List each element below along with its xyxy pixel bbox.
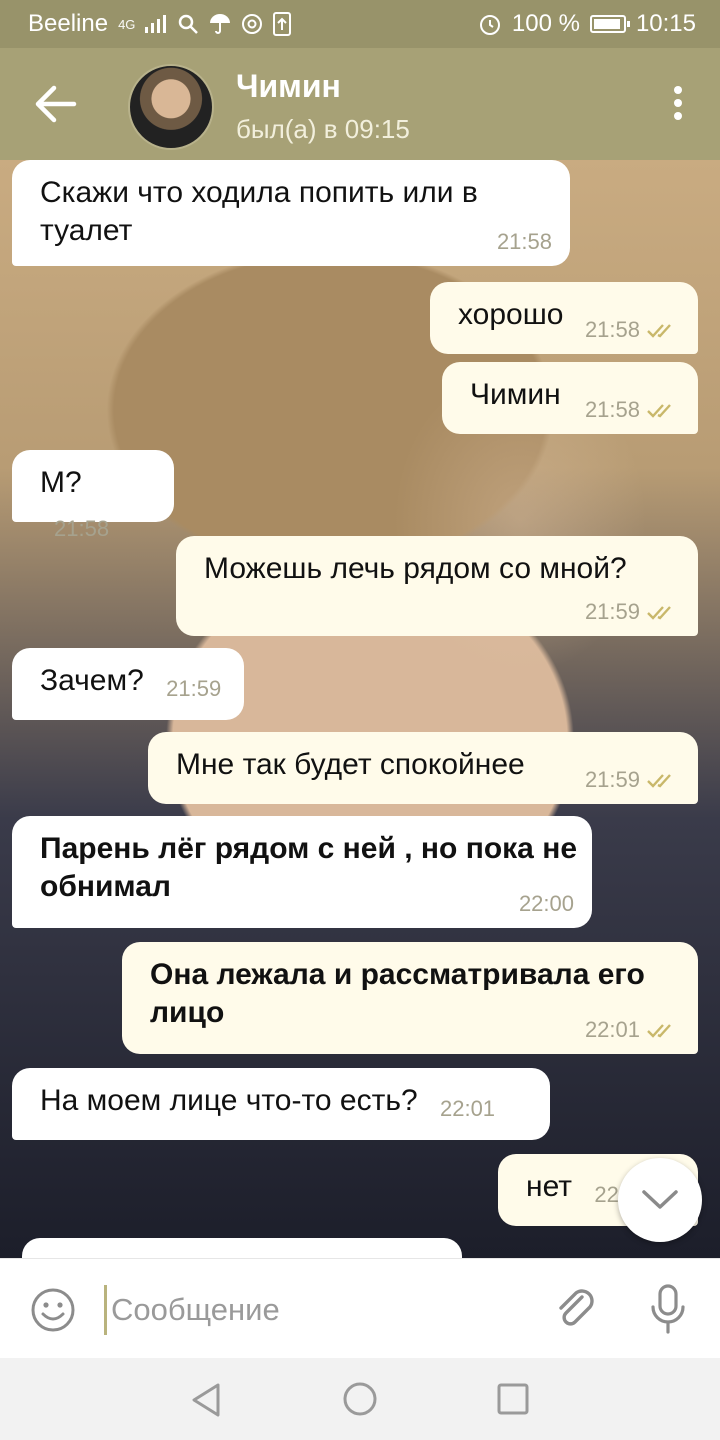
message-time: 21:59 xyxy=(584,766,640,792)
read-ticks-icon xyxy=(647,606,671,620)
message-text: Зачем? xyxy=(40,664,144,697)
message-text: Мне так будет спокойнее xyxy=(176,748,525,781)
attach-icon[interactable] xyxy=(552,1285,600,1333)
chevron-down-icon xyxy=(642,1190,678,1209)
nav-recents-icon[interactable] xyxy=(496,1382,530,1416)
microphone-icon[interactable] xyxy=(646,1283,690,1335)
status-bar: Beeline 4G 100 % 10:15 xyxy=(0,0,720,48)
message-outgoing[interactable]: хорошо 21:58 xyxy=(430,282,698,354)
message-input[interactable] xyxy=(104,1285,531,1335)
scroll-to-bottom-button[interactable] xyxy=(618,1158,702,1242)
at-icon xyxy=(242,14,263,34)
message-time: 22:01 xyxy=(439,1096,496,1121)
read-ticks-icon xyxy=(647,404,671,418)
message-time: 21:59 xyxy=(166,676,222,701)
message-text: хорошо xyxy=(458,298,564,331)
chat-header: Чимин был(а) в 09:15 xyxy=(0,48,720,160)
message-incoming[interactable]: Скажи что ходила попить или в туалет 21:… xyxy=(12,160,570,266)
search-icon xyxy=(179,14,199,34)
read-ticks-icon xyxy=(647,1024,671,1038)
back-arrow-icon[interactable] xyxy=(30,82,80,126)
signal-icon xyxy=(145,15,167,33)
message-text: На моем лице что-то есть? xyxy=(40,1084,418,1117)
message-text: нет xyxy=(526,1170,572,1203)
battery-percent: 100 % xyxy=(511,10,580,37)
message-text: Скажи что ходила попить или в туалет xyxy=(40,176,478,248)
message-time: 21:58 xyxy=(54,516,110,542)
nav-back-icon[interactable] xyxy=(188,1382,224,1418)
contact-name[interactable]: Чимин xyxy=(236,68,341,105)
message-text: М? xyxy=(40,466,82,499)
battery-icon xyxy=(589,15,630,33)
message-incoming[interactable]: На моем лице что-то есть? 22:01 xyxy=(12,1068,550,1140)
message-incoming[interactable]: М? 21:58 xyxy=(12,450,174,541)
message-time: 21:58 xyxy=(584,316,640,342)
emoji-icon[interactable] xyxy=(30,1287,76,1333)
message-list[interactable]: Скажи что ходила попить или в туалет 21:… xyxy=(0,160,720,1258)
clock: 10:15 xyxy=(635,10,696,37)
umbrella-icon xyxy=(210,14,231,34)
message-outgoing[interactable]: Мне так будет спокойнее 21:59 xyxy=(148,732,698,804)
message-incoming[interactable]: Парень лёг рядом с ней , но пока не обни… xyxy=(12,816,592,928)
last-seen-status: был(а) в 09:15 xyxy=(236,114,410,144)
alarm-icon xyxy=(479,15,500,35)
upload-icon xyxy=(273,12,292,36)
message-time: 21:58 xyxy=(496,228,552,254)
read-ticks-icon xyxy=(647,774,671,788)
message-outgoing[interactable]: Можешь лечь рядом со мной? 21:59 xyxy=(176,536,698,636)
message-outgoing[interactable]: Чимин 21:58 xyxy=(442,362,698,434)
message-text: Парень лёг рядом с ней , но пока не обни… xyxy=(40,832,577,904)
message-outgoing[interactable]: Она лежала и рассматривала его лицо 22:0… xyxy=(122,942,698,1054)
message-time: 21:59 xyxy=(584,598,640,624)
message-incoming[interactable]: Зачем? 21:59 xyxy=(12,648,244,720)
carrier-name: Beeline xyxy=(28,10,109,37)
system-navigation-bar xyxy=(0,1358,720,1440)
network-type: 4G xyxy=(118,16,136,32)
message-composer xyxy=(0,1258,720,1359)
more-menu-icon[interactable] xyxy=(672,86,684,126)
message-time: 21:58 xyxy=(584,396,640,422)
read-ticks-icon xyxy=(647,324,671,338)
avatar[interactable] xyxy=(128,64,214,150)
nav-home-icon[interactable] xyxy=(342,1381,378,1417)
message-time: 22:00 xyxy=(518,890,574,916)
message-text: Чимин xyxy=(470,378,561,411)
message-time: 22:01 xyxy=(584,1016,640,1042)
message-incoming-partial[interactable] xyxy=(22,1238,462,1258)
message-text: Можешь лечь рядом со мной? xyxy=(204,552,627,585)
